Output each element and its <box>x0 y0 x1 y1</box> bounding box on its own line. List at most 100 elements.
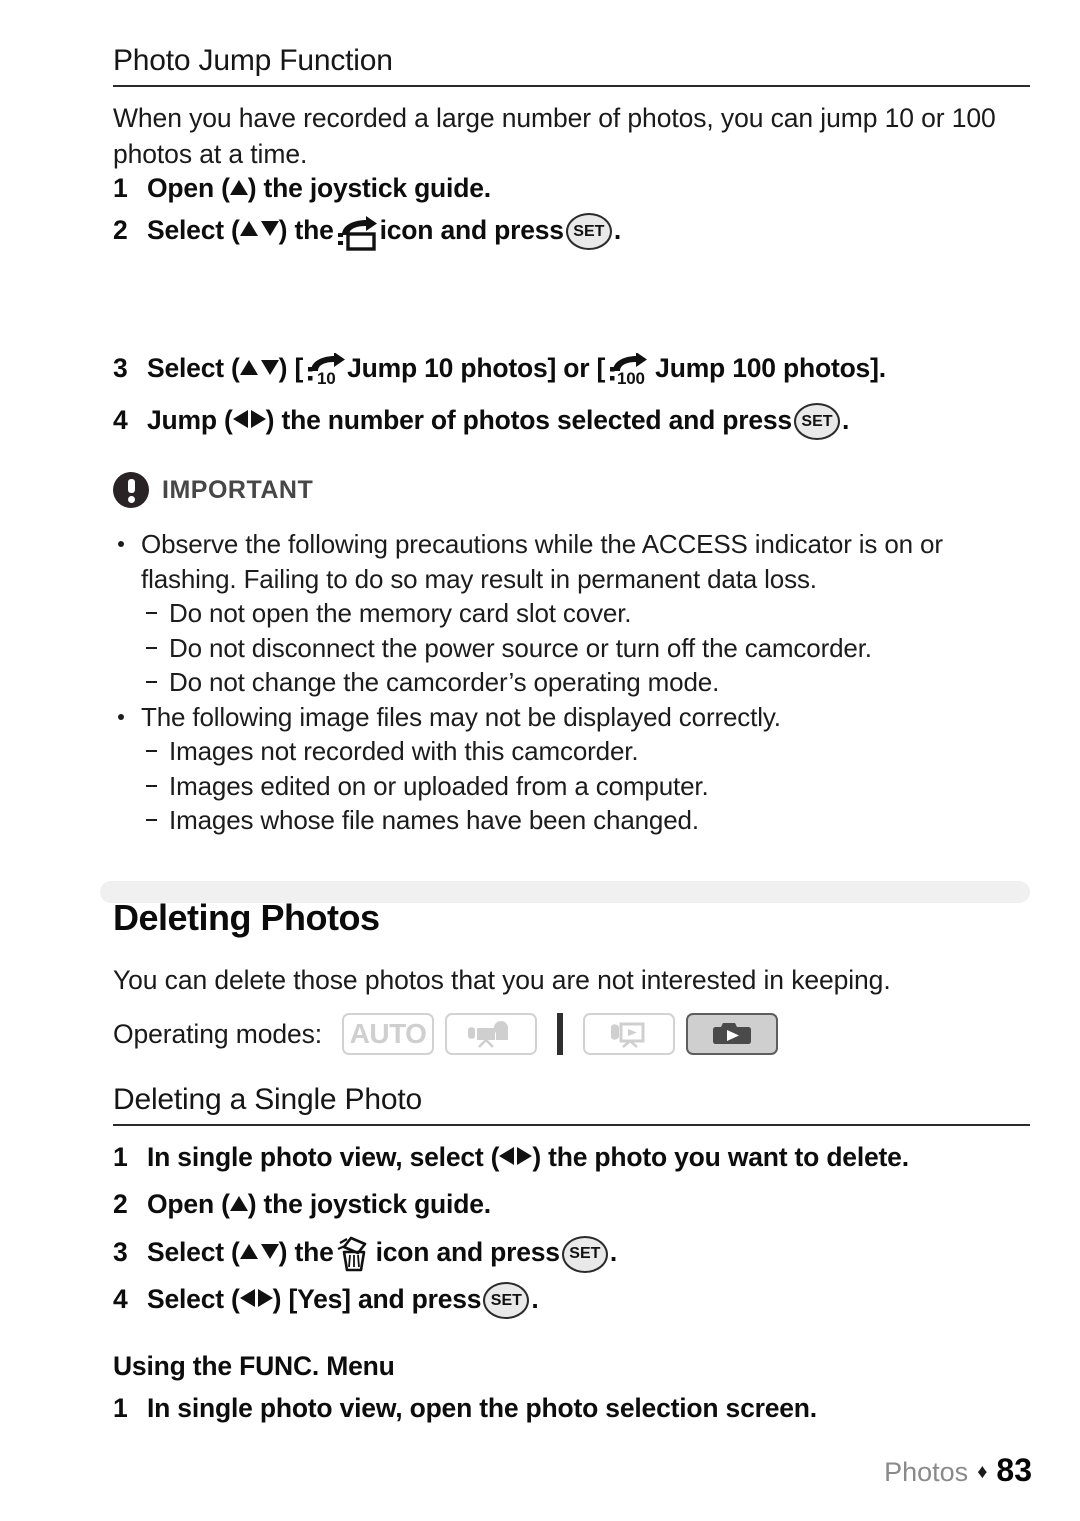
movie-playback-mode-badge <box>583 1013 676 1055</box>
bullet-item: Observe the following precautions while … <box>113 527 1038 596</box>
joystick-up-down-arrow-icon <box>239 221 279 236</box>
step-text-before: Open ( <box>147 173 230 203</box>
step-text-after: ) the photo you want to delete. <box>532 1142 909 1172</box>
step-number: 1 <box>113 1393 128 1423</box>
bullet-text: The following image files may not be dis… <box>141 701 781 732</box>
delete-step-1: 1 In single photo view, select ( ) the p… <box>113 1139 909 1175</box>
delete-step-2: 2 Open ( ) the joystick guide. <box>113 1186 491 1222</box>
joystick-up-down-arrow-icon <box>239 1243 279 1259</box>
footer-diamond-icon: ♦ <box>977 1461 988 1483</box>
bullet-subitem: Do not change the camcorder’s operating … <box>113 665 1038 700</box>
operating-modes-label: Operating modes: <box>113 1018 323 1049</box>
step-text-after: ) the joystick guide. <box>247 173 491 203</box>
step-text: In single photo view, open the photo sel… <box>147 1393 817 1423</box>
svg-text:100: 100 <box>617 369 645 388</box>
jump-step-4: 4 Jump ( ) the number of photos selected… <box>113 401 850 440</box>
bullet-subitem: Images not recorded with this camcorder. <box>113 734 1038 769</box>
set-button-icon: SET <box>793 403 840 440</box>
trash-can-icon <box>334 1235 376 1273</box>
subheading-rule-2 <box>113 1124 1030 1126</box>
bullet-subitem: Do not disconnect the power source or tu… <box>113 631 1038 666</box>
important-header: IMPORTANT <box>113 472 313 508</box>
step-text-end: . <box>609 1237 618 1267</box>
camcorder-icon <box>465 1020 517 1048</box>
step-text-end: . <box>841 404 850 435</box>
step-text-end: . <box>531 1283 539 1314</box>
joystick-left-right-arrow-icon <box>232 409 266 428</box>
bullet-subitem-text: Do not open the memory card slot cover. <box>169 598 632 628</box>
step-text-tail: Jump 10 photos] or [ <box>347 353 606 383</box>
joystick-up-arrow-icon <box>229 1195 248 1211</box>
bullet-text: Observe the following precautions while … <box>141 529 943 594</box>
step-number: 1 <box>113 1142 128 1172</box>
step-text-before: Select ( <box>147 353 240 383</box>
subheading-photo-jump-function: Photo Jump Function <box>113 44 393 77</box>
dash-icon <box>146 681 157 683</box>
step-text-before: Select ( <box>147 1283 240 1314</box>
joystick-left-right-arrow-icon <box>239 1288 273 1307</box>
step-text-before: Open ( <box>147 1189 230 1219</box>
jump-photo-icon <box>334 215 380 251</box>
dash-icon <box>146 646 157 649</box>
step-text-before: In single photo view, select ( <box>147 1142 500 1172</box>
svg-text:10: 10 <box>317 369 336 388</box>
dash-icon <box>146 819 157 821</box>
mode-divider <box>557 1013 564 1055</box>
important-label: IMPORTANT <box>162 475 314 504</box>
auto-mode-badge: AUTO <box>342 1013 435 1055</box>
step-number: 3 <box>113 1237 128 1267</box>
jump-step-2: 2 Select ( ) the icon and press SET . <box>113 211 622 251</box>
jump-step-3: 3 Select ( ) [ 10 Jump 10 photos] or [ 1… <box>113 350 886 389</box>
intro-paragraph: When you have recorded a large number of… <box>113 103 996 169</box>
func-menu-step-1: 1 In single photo view, open the photo s… <box>113 1390 817 1426</box>
bullet-item: The following image files may not be dis… <box>113 700 1038 735</box>
jump-100-icon: 100 <box>605 352 655 389</box>
set-button-icon: SET <box>565 213 612 250</box>
step-text-tail: icon and press <box>379 214 564 245</box>
subheading-rule <box>113 85 1030 87</box>
step-number: 4 <box>113 1283 128 1314</box>
movie-playback-icon <box>603 1020 655 1048</box>
step-number: 1 <box>113 173 128 203</box>
delete-step-3: 3 Select ( ) the icon and press SET . <box>113 1233 618 1273</box>
set-button-icon: SET <box>561 1235 608 1273</box>
bullet-subitem-text: Do not disconnect the power source or tu… <box>169 632 872 663</box>
step-text-before: Select ( <box>147 214 240 245</box>
footer-page-number: 83 <box>996 1452 1032 1488</box>
operating-modes-row: Operating modes: AUTO <box>113 1013 779 1055</box>
bullet-subitem: Do not open the memory card slot cover. <box>113 596 1038 631</box>
step-text-after: ) the <box>278 214 334 245</box>
step-number: 4 <box>113 404 128 435</box>
bullet-subitem-text: Images edited on or uploaded from a comp… <box>169 770 709 801</box>
bullet-dot-icon <box>118 541 124 547</box>
step-text-tail: icon and press <box>375 1237 560 1267</box>
photo-playback-mode-badge <box>686 1013 779 1055</box>
step-text-after: ) [Yes] and press <box>272 1283 482 1314</box>
step-text-after: ) the <box>278 1237 334 1267</box>
dash-icon <box>146 612 157 614</box>
bullet-subitem-text: Images not recorded with this camcorder. <box>169 736 639 766</box>
manual-page: Photo Jump Function When you have record… <box>0 0 1080 1521</box>
movie-record-mode-badge <box>445 1013 538 1055</box>
step-number: 3 <box>113 353 128 383</box>
set-button-icon: SET <box>483 1282 530 1319</box>
joystick-up-down-arrow-icon <box>239 359 279 375</box>
step-text-tail-2: Jump 100 photos]. <box>655 353 886 383</box>
bullet-subitem: Images edited on or uploaded from a comp… <box>113 769 1038 804</box>
func-menu-heading: Using the FUNC. Menu <box>113 1351 395 1381</box>
jump-step-1: 1 Open ( ) the joystick guide. <box>113 170 491 206</box>
dash-icon <box>146 750 157 752</box>
section-title-deleting-photos: Deleting Photos <box>113 897 380 938</box>
joystick-left-right-arrow-icon <box>499 1147 533 1165</box>
step-text-after: ) the joystick guide. <box>247 1189 491 1219</box>
bullet-dot-icon <box>118 713 124 720</box>
photo-playback-icon <box>708 1020 756 1048</box>
bullet-subitem-text: Images whose file names have been change… <box>169 805 699 835</box>
step-number: 2 <box>113 214 128 245</box>
bullet-subitem: Images whose file names have been change… <box>113 803 1038 838</box>
step-text-after: ) the number of photos selected and pres… <box>265 404 793 435</box>
dash-icon <box>146 784 157 787</box>
step-text-after: ) [ <box>278 353 304 383</box>
step-text-end: . <box>613 214 622 245</box>
step-number: 2 <box>113 1189 128 1219</box>
